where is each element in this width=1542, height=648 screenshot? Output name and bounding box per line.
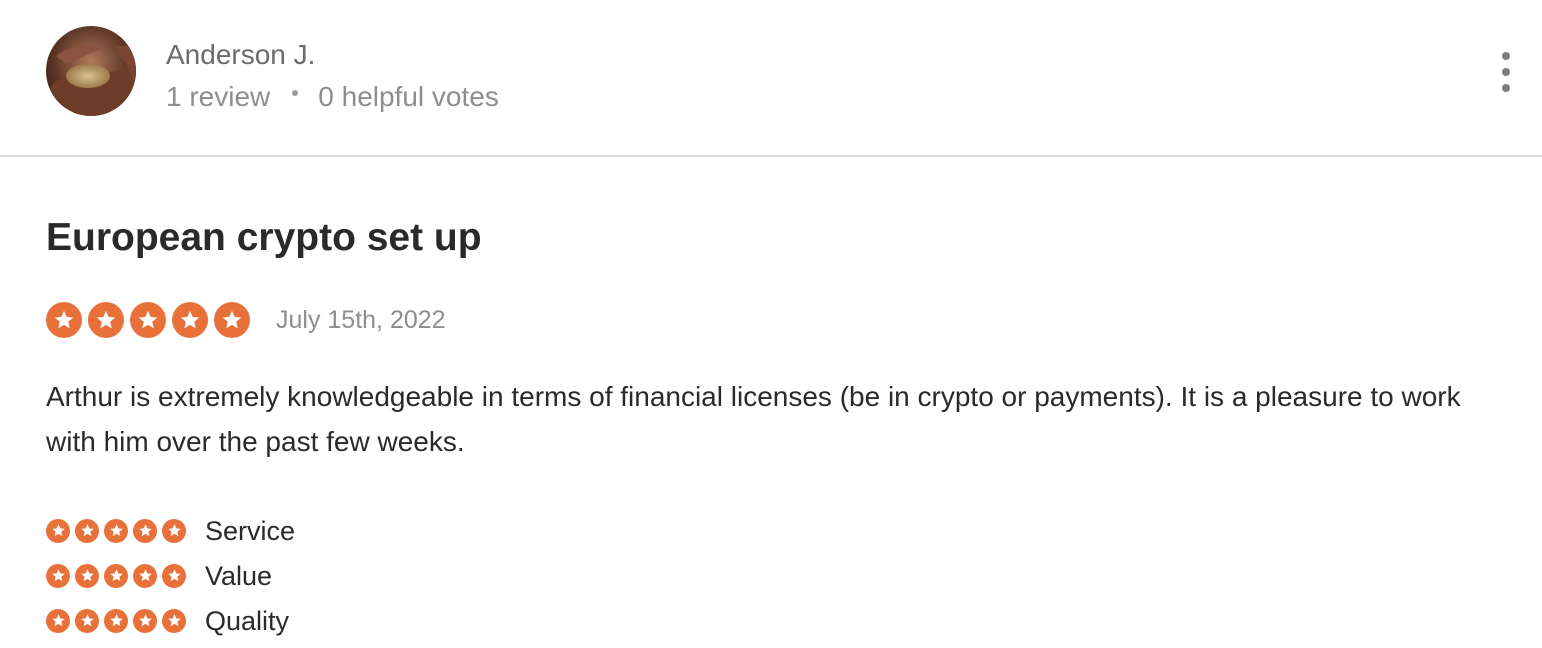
avatar-photo	[46, 26, 136, 116]
more-options-button[interactable]	[1494, 52, 1518, 92]
quality-rating-stars	[46, 608, 191, 633]
sub-rating-service: Service	[46, 508, 295, 553]
star-icon	[130, 302, 166, 338]
star-icon	[162, 608, 186, 633]
service-rating-stars	[46, 518, 191, 543]
sub-rating-label: Value	[205, 560, 273, 591]
star-icon	[104, 518, 128, 543]
star-icon	[75, 608, 99, 633]
star-icon	[214, 302, 250, 338]
helpful-votes: 0 helpful votes	[318, 81, 499, 112]
star-icon	[104, 563, 128, 588]
star-icon	[162, 563, 186, 588]
star-icon	[162, 518, 186, 543]
value-rating-stars	[46, 563, 191, 588]
sub-rating-value: Value	[46, 553, 295, 598]
reviewer-header: Anderson J. 1 review 0 helpful votes	[0, 0, 1542, 157]
review-card: Anderson J. 1 review 0 helpful votes Eur…	[0, 0, 1542, 648]
star-icon	[46, 302, 82, 338]
sub-ratings: Service Value Quality	[46, 508, 295, 643]
star-icon	[133, 518, 157, 543]
star-icon	[88, 302, 124, 338]
star-icon	[46, 518, 70, 543]
reviewer-avatar[interactable]	[46, 26, 136, 116]
star-icon	[172, 302, 208, 338]
sub-rating-quality: Quality	[46, 598, 295, 643]
star-icon	[133, 608, 157, 633]
reviewer-meta: 1 review 0 helpful votes	[166, 80, 499, 114]
review-count: 1 review	[166, 81, 271, 112]
review-body: Arthur is extremely knowledgeable in ter…	[46, 381, 1461, 457]
overall-rating-row: July 15th, 2022	[46, 301, 446, 339]
overall-rating-stars	[46, 302, 256, 338]
star-icon	[46, 563, 70, 588]
star-icon	[104, 608, 128, 633]
sub-rating-label: Quality	[205, 605, 290, 636]
star-icon	[75, 563, 99, 588]
separator-dot	[292, 90, 299, 96]
review-date: July 15th, 2022	[276, 306, 446, 334]
star-icon	[133, 563, 157, 588]
more-vertical-icon	[1502, 52, 1510, 60]
review-title: European crypto set up	[46, 216, 482, 259]
sub-rating-label: Service	[205, 515, 296, 546]
star-icon	[75, 518, 99, 543]
reviewer-name[interactable]: Anderson J.	[166, 38, 315, 72]
star-icon	[46, 608, 70, 633]
